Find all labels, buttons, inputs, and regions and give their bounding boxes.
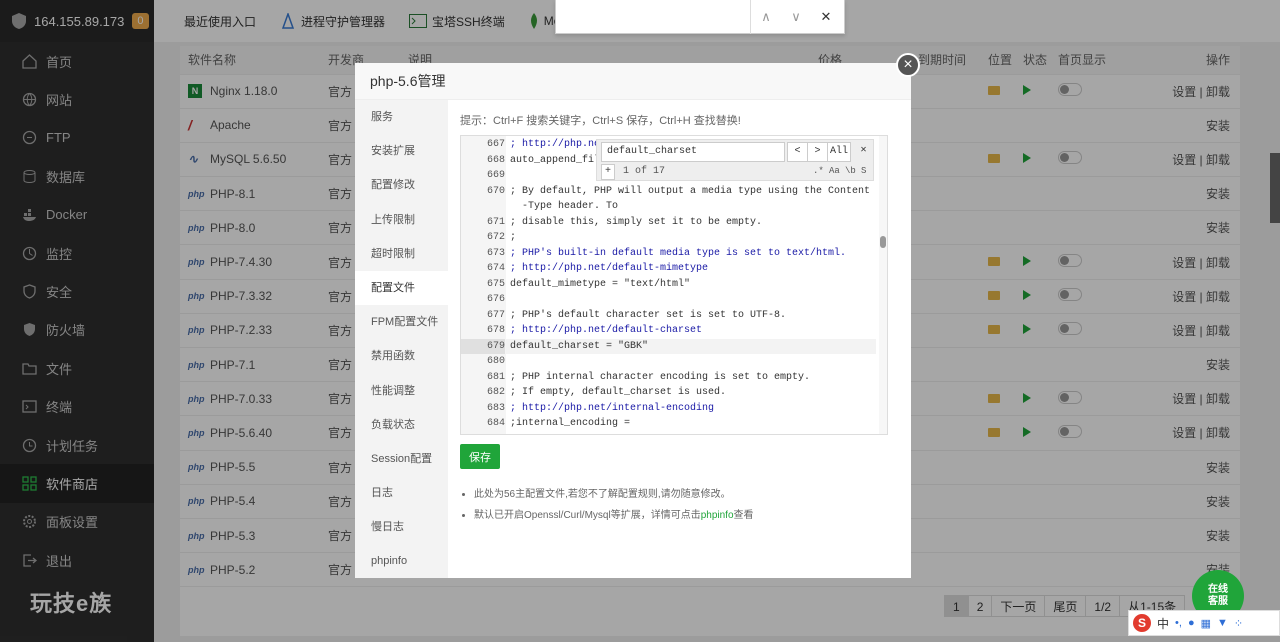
config-editor[interactable]: 667 668 669 670 671 672 673 674 675 676 677 678 679 6…: [460, 135, 888, 435]
php-manage-modal: php-5.6管理 服务 安装扩展 配置修改 上传限制 超时限制 配置文件 FPM配置文件禁…: [355, 63, 911, 578]
modal-nav-item[interactable]: 超时限制: [355, 237, 448, 271]
scrollbar-thumb[interactable]: [880, 236, 886, 248]
line-number: 676: [486, 294, 505, 305]
ime-lang[interactable]: 中: [1157, 615, 1169, 632]
modal-nav-item[interactable]: 安装扩展: [355, 134, 448, 168]
line-number: 678: [486, 325, 505, 336]
code-line: ; By default, PHP will output a media ty…: [510, 185, 871, 197]
modal-nav-item[interactable]: 上传限制: [355, 203, 448, 237]
editor-gutter: 667 668 669 670 671 672 673 674 675 676 677 678 679 6…: [461, 136, 506, 434]
modal-nav-item[interactable]: 配置修改: [355, 168, 448, 202]
code-line: ; http://php.ne: [510, 139, 601, 150]
modal-body: 提示：Ctrl+F 搜索关键字，Ctrl+S 保存，Ctrl+H 查找替换! 6…: [448, 100, 911, 578]
side-widget[interactable]: [1270, 153, 1280, 223]
line-number: 682: [486, 387, 505, 398]
code-line: ; PHP's default character set is set to …: [510, 309, 787, 321]
ime-toolbar[interactable]: S 中 •, ● ▦ ▼ ⁘: [1128, 610, 1280, 636]
modal-nav-item[interactable]: phpinfo: [355, 544, 448, 578]
selection-option[interactable]: S: [861, 166, 866, 176]
code-line: ;: [510, 232, 517, 243]
find-down-icon[interactable]: ∨: [781, 9, 811, 25]
line-number: 674: [486, 263, 505, 274]
browser-find-bar: ∧ ∨ ✕: [555, 0, 845, 34]
skin-icon[interactable]: ▼: [1217, 617, 1228, 629]
find-up-icon[interactable]: ∧: [751, 9, 781, 25]
regex-option[interactable]: .*: [813, 166, 824, 176]
line-number: 671: [486, 216, 505, 228]
search-input[interactable]: default_charset: [601, 142, 785, 162]
keyboard-icon[interactable]: ▦: [1201, 617, 1211, 630]
code-line: -Type header. To: [510, 201, 619, 212]
line-number: 668: [486, 154, 505, 166]
search-panel: default_charset < > All ✕ + 1 of 17 .* A…: [596, 139, 874, 181]
code-line: ; http://php.net/default-charset: [510, 325, 703, 336]
line-number: 679: [461, 338, 505, 354]
line-number: 681: [486, 371, 505, 383]
search-close-icon[interactable]: ✕: [853, 142, 874, 162]
note-item: 此处为56主配置文件,若您不了解配置规则,请勿随意修改。: [474, 485, 899, 500]
modal-nav-item[interactable]: Session配置: [355, 442, 448, 476]
line-number: 684: [486, 418, 505, 429]
phpinfo-link[interactable]: phpinfo: [701, 510, 734, 521]
line-number: 675: [486, 278, 505, 290]
code-line: default_mimetype = "text/html": [510, 278, 691, 290]
line-number: 685: [461, 432, 505, 435]
line-number: 680: [486, 356, 505, 367]
find-close-icon[interactable]: ✕: [811, 9, 841, 25]
modal-nav-item[interactable]: 配置文件: [355, 270, 448, 306]
modal-nav-item[interactable]: 慢日志: [355, 510, 448, 544]
modal-nav-item[interactable]: 日志: [355, 476, 448, 510]
save-button[interactable]: 保存: [460, 444, 500, 469]
notes-list: 此处为56主配置文件,若您不了解配置规则,请勿随意修改。 默认已开启Openss…: [460, 485, 899, 521]
find-next-button[interactable]: >: [807, 142, 828, 162]
code-line: auto_append_fil: [510, 154, 601, 166]
code-line: ; PHP's built-in default media type is s…: [510, 247, 847, 259]
code-line: ; disable this, simply set it to be empt…: [510, 216, 763, 228]
modal-title: php-5.6管理: [355, 63, 911, 100]
sogou-logo-icon: S: [1133, 614, 1151, 632]
note-item: 默认已开启Openssl/Curl/Mysql等扩展，详情可点击phpinfo查…: [474, 506, 899, 521]
find-prev-button[interactable]: <: [787, 142, 808, 162]
word-option[interactable]: \b: [845, 166, 856, 176]
apps-icon[interactable]: ⁘: [1234, 617, 1243, 630]
line-number: 683: [486, 402, 505, 414]
code-line: ;internal_encoding =: [510, 418, 631, 429]
line-number: 677: [486, 309, 505, 321]
line-number: 672: [486, 232, 505, 243]
mic-icon[interactable]: ●: [1188, 617, 1195, 629]
toggle-replace-button[interactable]: +: [601, 164, 615, 180]
ime-punct[interactable]: •,: [1175, 617, 1182, 629]
code-line: default_charset = "GBK": [506, 338, 876, 354]
line-number: 667: [486, 139, 505, 150]
code-line: ; http://php.net/internal-encoding: [510, 402, 715, 414]
editor-scrollbar[interactable]: [879, 136, 887, 434]
editor-tip: 提示：Ctrl+F 搜索关键字，Ctrl+S 保存，Ctrl+H 查找替换!: [460, 115, 741, 127]
modal-nav-item[interactable]: 性能调整: [355, 374, 448, 408]
line-number: 670: [486, 185, 505, 197]
modal-nav-item[interactable]: 禁用函数: [355, 339, 448, 373]
modal-nav: 服务 安装扩展 配置修改 上传限制 超时限制 配置文件 FPM配置文件 禁用函数 性能调整 负载状…: [355, 100, 448, 578]
modal-close-button[interactable]: ×: [896, 53, 920, 77]
case-option[interactable]: Aa: [829, 166, 840, 176]
find-all-button[interactable]: All: [827, 142, 851, 162]
code-line: ; PHP internal character encoding is set…: [510, 371, 811, 383]
line-number: 669: [486, 170, 505, 181]
modal-nav-item[interactable]: 服务: [355, 100, 448, 134]
modal-nav-item[interactable]: 负载状态: [355, 408, 448, 442]
code-line: ; If empty, default_charset is used.: [510, 387, 727, 398]
match-count: 1 of 17: [623, 166, 666, 177]
code-line: ; http://php.net/default-mimetype: [510, 263, 709, 274]
line-number: 673: [486, 247, 505, 259]
browser-find-input[interactable]: [556, 0, 751, 34]
line-number: [461, 199, 505, 215]
modal-nav-item[interactable]: FPM配置文件: [355, 305, 448, 339]
